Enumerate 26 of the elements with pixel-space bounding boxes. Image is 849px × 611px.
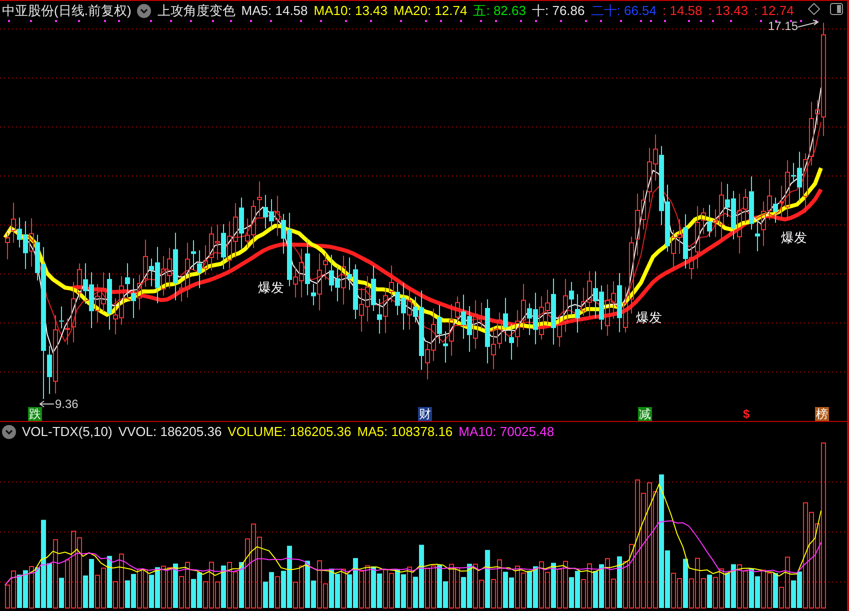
- legend-value: : 12.74: [754, 3, 794, 18]
- price-label: 17.15: [768, 19, 798, 33]
- legend-value: MA20: 12.74: [394, 3, 468, 18]
- stock-title: 中亚股份(日线.前复权): [2, 2, 132, 20]
- legend-value: MA10: 70025.48: [458, 424, 554, 439]
- legend-value: VVOL: 186205.36: [118, 424, 222, 439]
- indicator-name[interactable]: VOL-TDX(5,10): [22, 424, 112, 439]
- event-marker: 减: [638, 407, 652, 421]
- legend-value: VOLUME: 186205.36: [228, 424, 352, 439]
- event-marker: 榜: [815, 407, 829, 421]
- legend-value: 十: 76.86: [532, 2, 585, 20]
- signal-label: 爆发: [636, 309, 662, 327]
- legend-value: 二十: 66.54: [590, 2, 657, 20]
- legend-value: MA10: 13.43: [314, 3, 388, 18]
- price-label: 9.36: [55, 397, 78, 411]
- legend-value: : 14.58: [662, 3, 702, 18]
- signal-label: 爆发: [781, 229, 807, 247]
- legend-value: : 13.43: [708, 3, 748, 18]
- legend-value: MA5: 14.58: [241, 3, 308, 18]
- signal-label: 爆发: [258, 279, 284, 297]
- event-marker: 跌: [28, 407, 42, 421]
- indicator-name[interactable]: 上攻角度变色: [157, 2, 236, 20]
- event-marker: $: [742, 407, 751, 421]
- event-marker: 财: [418, 407, 432, 421]
- legend-value: MA5: 108378.16: [357, 424, 453, 439]
- legend-value: 五: 82.63: [473, 2, 526, 20]
